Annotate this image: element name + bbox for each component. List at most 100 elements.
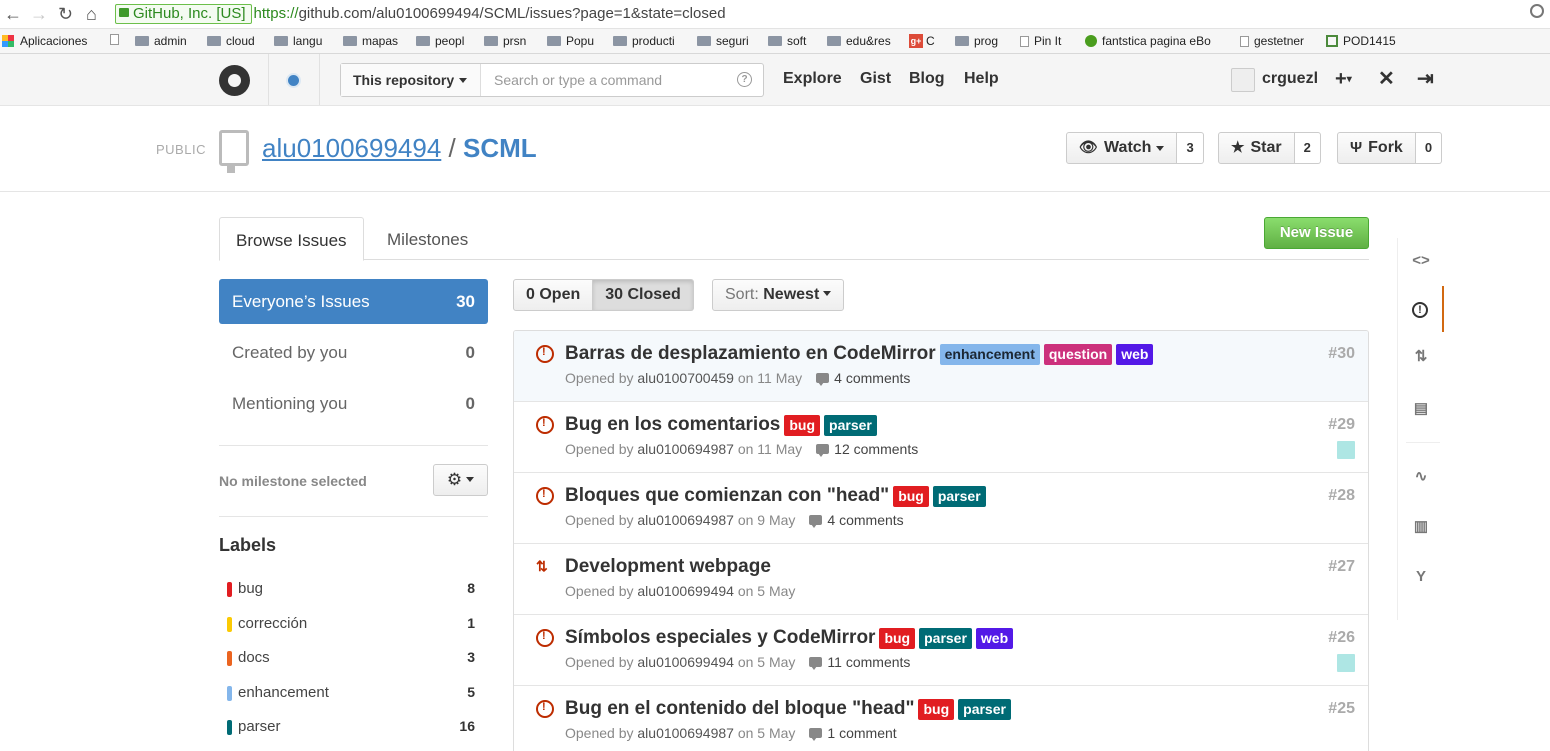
search-input[interactable] xyxy=(482,64,732,96)
bookmark-item[interactable]: POD1415 xyxy=(1326,34,1396,48)
issue-label[interactable]: bug xyxy=(879,627,916,649)
issue-label[interactable]: parser xyxy=(958,698,1011,720)
issue-title-link[interactable]: Development webpage xyxy=(565,556,771,578)
bookmark-folder[interactable]: prog xyxy=(955,34,998,48)
issue-row[interactable]: Bug en el contenido del bloque "head"bug… xyxy=(514,686,1368,751)
assignee-avatar[interactable] xyxy=(1337,654,1355,672)
home-icon[interactable]: ⌂ xyxy=(86,3,97,25)
issue-label[interactable]: web xyxy=(1116,343,1154,365)
closed-issues-button[interactable]: 30 Closed xyxy=(593,279,694,311)
sort-select[interactable]: Sort: Newest xyxy=(712,279,845,311)
filter-mentioning-you[interactable]: Mentioning you 0 xyxy=(219,381,488,426)
issue-title-link[interactable]: Símbolos especiales y CodeMirror xyxy=(565,627,875,649)
tab-milestones[interactable]: Milestones xyxy=(371,217,484,260)
forward-icon[interactable]: → xyxy=(30,3,48,25)
issue-author-link[interactable]: alu0100694987 xyxy=(637,725,734,741)
label-filter-enhancement[interactable]: enhancement 5 xyxy=(227,684,475,704)
issue-label[interactable]: bug xyxy=(918,698,955,720)
fork-button[interactable]: Ψ Fork xyxy=(1337,132,1416,164)
issue-author-link[interactable]: alu0100694987 xyxy=(637,512,734,528)
bookmark-folder[interactable]: admin xyxy=(135,34,187,48)
issue-label[interactable]: bug xyxy=(893,485,929,507)
zoom-icon[interactable] xyxy=(1530,4,1544,18)
star-count[interactable]: 2 xyxy=(1294,132,1321,164)
watch-button[interactable]: 👁 Watch xyxy=(1066,132,1178,164)
repo-nav-pulse[interactable]: ∿ xyxy=(1398,454,1444,500)
bookmark-folder[interactable]: edu&res xyxy=(827,34,891,48)
search-scope-select[interactable]: This repository xyxy=(341,64,481,96)
nav-gist[interactable]: Gist xyxy=(860,70,891,88)
issue-label[interactable]: parser xyxy=(932,485,986,507)
comment-count-link[interactable]: 1 comment xyxy=(827,725,896,741)
issue-row[interactable]: ⇅ Development webpage Opened by alu0100699… xyxy=(514,544,1368,615)
username-link[interactable]: crguezl xyxy=(1262,70,1318,88)
bookmark-item[interactable]: fantstica pagina eBo xyxy=(1085,34,1211,48)
bookmark-folder[interactable]: prsn xyxy=(484,34,526,48)
sign-out-icon[interactable]: ⇥ xyxy=(1417,68,1434,90)
repo-nav-code[interactable]: <> xyxy=(1398,238,1444,284)
filter-created-by-you[interactable]: Created by you 0 xyxy=(219,330,488,375)
back-icon[interactable]: ← xyxy=(4,3,22,25)
assignee-avatar[interactable] xyxy=(1337,441,1355,459)
notification-indicator-icon[interactable] xyxy=(288,75,299,86)
repo-nav-issues[interactable]: ! xyxy=(1398,286,1444,332)
bookmark-item[interactable]: gestetner xyxy=(1240,34,1304,48)
issue-title-link[interactable]: Barras de desplazamiento en CodeMirror xyxy=(565,343,936,365)
bookmark-folder[interactable]: seguri xyxy=(697,34,749,48)
issue-label[interactable]: parser xyxy=(824,414,877,436)
comment-count-link[interactable]: 4 comments xyxy=(834,370,910,386)
address-bar[interactable]: GitHub, Inc. [US] https://github.com/alu0… xyxy=(115,3,1545,25)
label-filter-docs[interactable]: docs 3 xyxy=(227,649,475,669)
watch-count[interactable]: 3 xyxy=(1177,132,1204,164)
label-filter-bug[interactable]: bug 8 xyxy=(227,580,475,600)
tab-browse-issues[interactable]: Browse Issues xyxy=(219,217,364,261)
nav-help[interactable]: Help xyxy=(964,70,999,88)
github-logo-icon[interactable] xyxy=(219,65,250,96)
issue-title-link[interactable]: Bug en los comentarios xyxy=(565,414,780,436)
comment-count-link[interactable]: 4 comments xyxy=(827,512,903,528)
avatar[interactable] xyxy=(1231,68,1255,92)
bookmark-item[interactable]: Aplicaciones xyxy=(2,34,87,48)
issue-row[interactable]: Bloques que comienzan con "head"bugparse… xyxy=(514,473,1368,544)
issue-author-link[interactable]: alu0100699494 xyxy=(637,654,734,670)
comment-count-link[interactable]: 11 comments xyxy=(827,654,910,670)
ev-certificate-badge[interactable]: GitHub, Inc. [US] xyxy=(115,4,252,24)
issue-row[interactable]: Símbolos especiales y CodeMirrorbugparse… xyxy=(514,615,1368,686)
bookmark-folder[interactable]: langu xyxy=(274,34,322,48)
repo-nav-wiki[interactable]: ▤ xyxy=(1398,386,1444,432)
fork-count[interactable]: 0 xyxy=(1415,132,1443,164)
bookmark-item[interactable]: g+ C xyxy=(909,34,935,48)
bookmark-folder[interactable]: Popu xyxy=(547,34,594,48)
issue-label[interactable]: bug xyxy=(784,414,821,436)
issue-title-link[interactable]: Bloques que comienzan con "head" xyxy=(565,485,889,507)
filter-everyones-issues[interactable]: Everyone’s Issues 30 xyxy=(219,279,488,324)
repo-nav-graphs[interactable]: ▥ xyxy=(1398,504,1444,550)
milestone-settings-button[interactable]: ⚙ xyxy=(433,464,488,496)
nav-explore[interactable]: Explore xyxy=(783,70,842,88)
label-filter-correccion[interactable]: corrección 1 xyxy=(227,615,475,635)
issue-label[interactable]: web xyxy=(975,627,1014,649)
issue-label[interactable]: question xyxy=(1043,343,1113,365)
issue-label[interactable]: parser xyxy=(919,627,972,649)
issue-row[interactable]: Bug en los comentariosbugparser Opened by… xyxy=(514,402,1368,473)
help-icon[interactable]: ? xyxy=(737,72,752,87)
repo-nav-network[interactable]: Y xyxy=(1398,554,1444,600)
issue-author-link[interactable]: alu0100699494 xyxy=(637,583,734,599)
issue-author-link[interactable]: alu0100694987 xyxy=(637,441,734,457)
bookmark-folder[interactable]: soft xyxy=(768,34,806,48)
star-button[interactable]: ★ Star xyxy=(1218,132,1295,164)
label-filter-parser[interactable]: parser 16 xyxy=(227,718,475,738)
issue-author-link[interactable]: alu0100700459 xyxy=(637,370,734,386)
open-issues-button[interactable]: 0 Open xyxy=(513,279,594,311)
new-issue-button[interactable]: New Issue xyxy=(1264,217,1369,249)
repo-name-link[interactable]: SCML xyxy=(463,133,537,163)
issue-label[interactable]: enhancement xyxy=(939,343,1040,365)
bookmark-folder[interactable]: producti xyxy=(613,34,675,48)
bookmark-item[interactable] xyxy=(110,34,124,45)
reload-icon[interactable]: ↻ xyxy=(58,3,73,25)
issue-row[interactable]: Barras de desplazamiento en CodeMirroren… xyxy=(514,331,1368,402)
nav-blog[interactable]: Blog xyxy=(909,70,945,88)
repo-owner-link[interactable]: alu0100699494 xyxy=(262,133,441,163)
bookmark-folder[interactable]: peopl xyxy=(416,34,464,48)
issue-title-link[interactable]: Bug en el contenido del bloque "head" xyxy=(565,698,914,720)
